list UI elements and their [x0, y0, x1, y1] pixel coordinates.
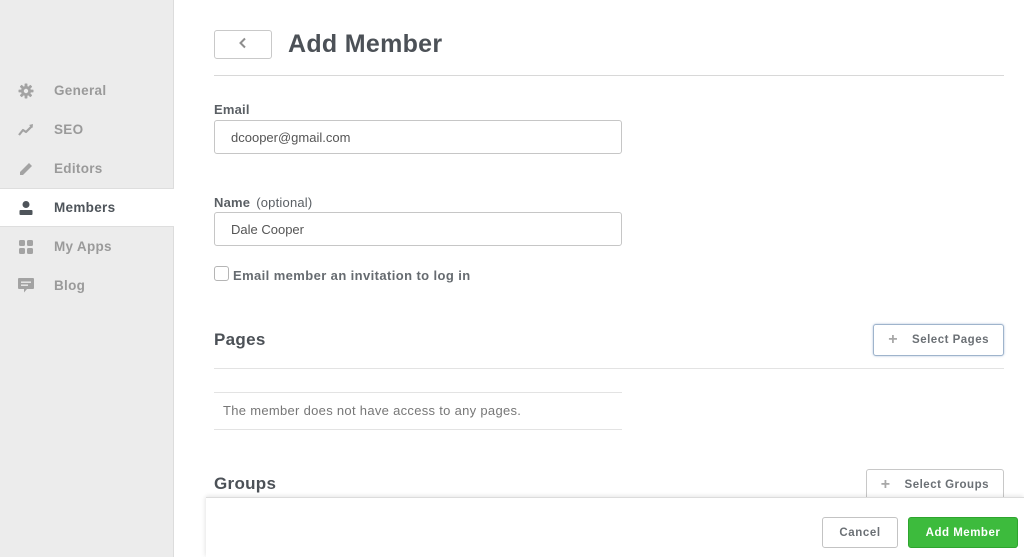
name-input[interactable] — [214, 212, 622, 246]
name-label-text: Name — [214, 195, 250, 210]
sidebar: General SEO Editors Members My Apps — [0, 0, 174, 557]
sidebar-item-editors[interactable]: Editors — [0, 149, 174, 188]
sidebar-item-label: Blog — [54, 278, 85, 293]
back-button[interactable] — [214, 30, 272, 59]
sidebar-item-members[interactable]: Members — [0, 188, 174, 227]
sidebar-item-label: General — [54, 83, 106, 98]
sidebar-item-blog[interactable]: Blog — [0, 266, 174, 305]
sidebar-nav: General SEO Editors Members My Apps — [0, 71, 174, 305]
select-pages-button[interactable]: + Select Pages — [873, 324, 1004, 356]
chevron-left-icon — [238, 37, 248, 52]
select-pages-label: Select Pages — [912, 334, 989, 346]
comment-icon — [16, 276, 36, 296]
invite-checkbox-label: Email member an invitation to log in — [233, 268, 471, 283]
invite-checkbox[interactable] — [214, 266, 229, 281]
sidebar-item-label: Members — [54, 200, 115, 215]
plus-icon: + — [881, 477, 891, 493]
user-icon — [16, 198, 36, 218]
invite-checkbox-row[interactable]: Email member an invitation to log in — [214, 264, 471, 283]
grid-icon — [16, 237, 36, 257]
pages-divider — [214, 368, 1004, 369]
gear-icon — [16, 81, 36, 101]
groups-section-title: Groups — [214, 474, 276, 494]
sidebar-item-label: Editors — [54, 161, 103, 176]
plus-icon: + — [888, 332, 898, 348]
trend-line-icon — [16, 120, 36, 140]
page-title: Add Member — [288, 30, 442, 59]
pages-section-title: Pages — [214, 330, 266, 350]
sidebar-item-seo[interactable]: SEO — [0, 110, 174, 149]
sidebar-item-label: My Apps — [54, 239, 112, 254]
pencil-icon — [16, 159, 36, 179]
email-label: Email — [214, 102, 250, 117]
add-member-button[interactable]: Add Member — [908, 517, 1018, 548]
email-input[interactable] — [214, 120, 622, 154]
sidebar-item-general[interactable]: General — [0, 71, 174, 110]
cancel-button[interactable]: Cancel — [822, 517, 898, 548]
action-footer: Cancel Add Member — [206, 497, 1024, 557]
pages-empty-message: The member does not have access to any p… — [214, 392, 622, 430]
optional-hint: (optional) — [256, 195, 312, 210]
page-header: Add Member — [214, 30, 1004, 76]
select-groups-label: Select Groups — [905, 479, 989, 491]
name-label: Name (optional) — [214, 195, 312, 210]
sidebar-item-my-apps[interactable]: My Apps — [0, 227, 174, 266]
sidebar-item-label: SEO — [54, 122, 83, 137]
